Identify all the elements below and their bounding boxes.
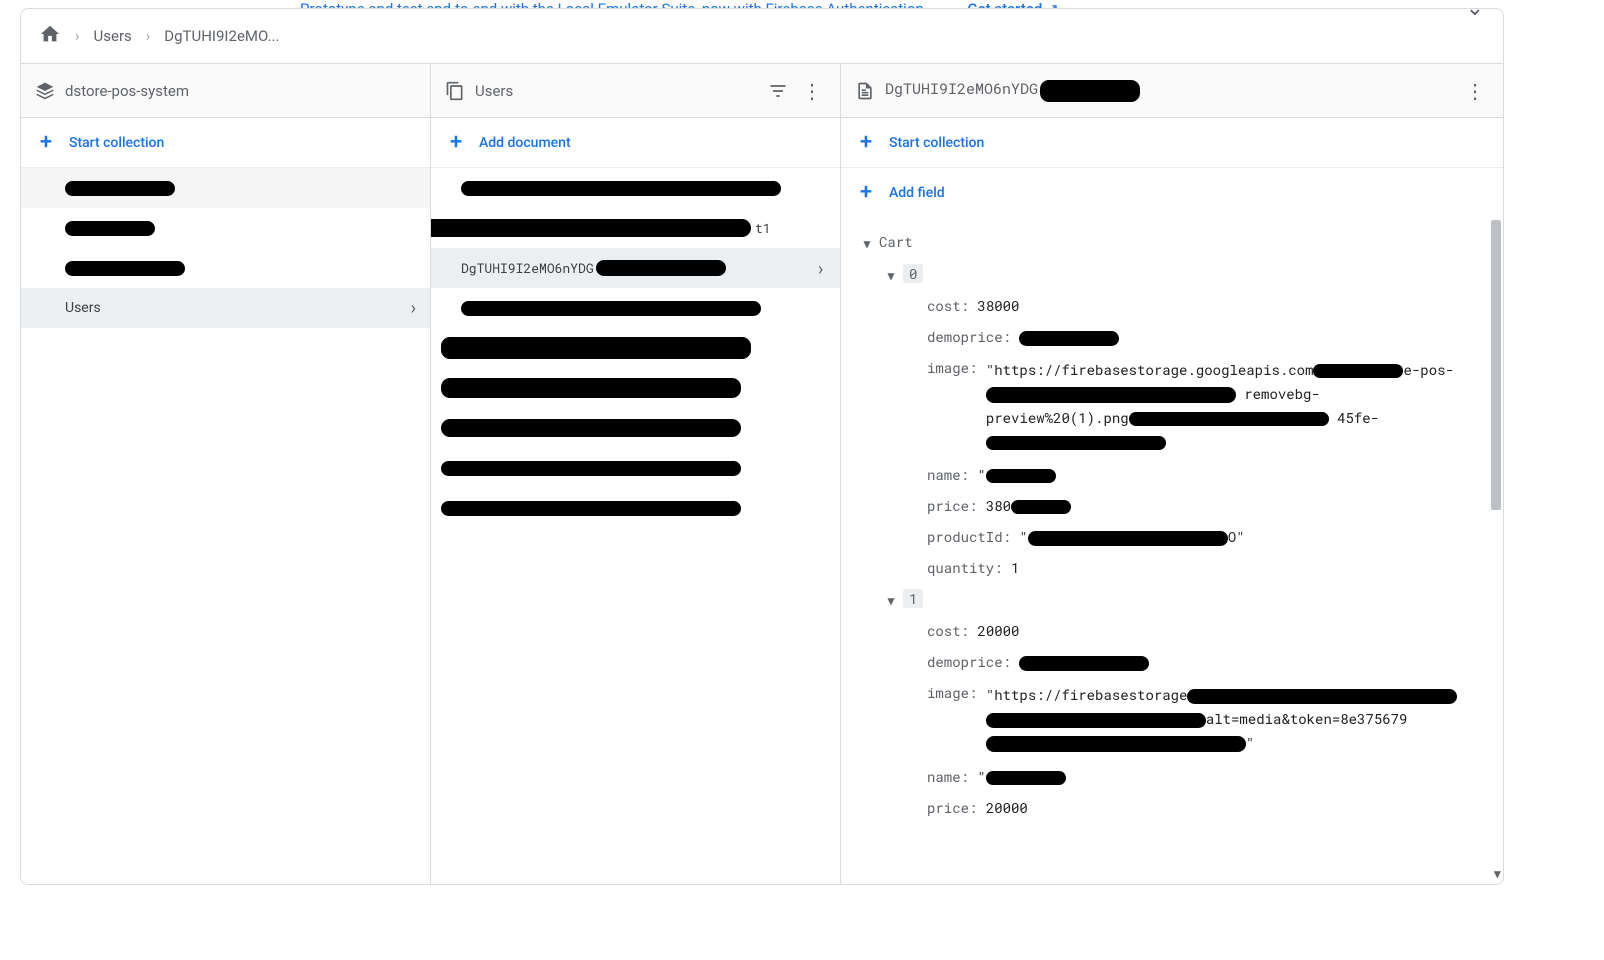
emulator-banner: Prototype and test end-to-end with the L… <box>20 0 1504 8</box>
fields-list: ▼ ▼ Cart ▼ 0 cost: 38000 <box>841 218 1503 884</box>
breadcrumb-separator: › <box>146 27 151 45</box>
scrollbar-down-arrow[interactable]: ▼ <box>1494 866 1501 882</box>
field-demoprice[interactable]: demoprice: <box>855 321 1503 352</box>
collections-panel-header: dstore-pos-system <box>21 64 430 118</box>
start-subcollection-button[interactable]: + Start collection <box>841 118 1503 168</box>
caret-down-icon[interactable]: ▼ <box>879 589 903 609</box>
document-detail-title: DgTUHI9I2eMO6nYDG <box>885 79 1451 101</box>
breadcrumb-users[interactable]: Users <box>94 27 132 45</box>
field-cost[interactable]: cost: 38000 <box>855 290 1503 321</box>
panels: dstore-pos-system + Start collection Use… <box>21 64 1503 884</box>
documents-menu-icon[interactable]: ⋮ <box>798 79 826 103</box>
start-collection-label: Start collection <box>69 135 164 151</box>
field-cart[interactable]: ▼ Cart <box>855 226 1503 258</box>
field-image[interactable]: image: "https://firebasestorage.googleap… <box>855 352 1503 459</box>
firestore-card: › Users › DgTUHI9I2eMO... dstore-pos-sys… <box>20 8 1504 885</box>
add-document-label: Add document <box>479 135 571 151</box>
field-demoprice[interactable]: demoprice: <box>855 646 1503 677</box>
collection-row[interactable] <box>21 168 430 208</box>
document-detail-panel: DgTUHI9I2eMO6nYDG ⋮ + Start collection +… <box>841 64 1503 884</box>
document-menu-icon[interactable]: ⋮ <box>1461 79 1489 103</box>
document-row[interactable] <box>431 408 840 448</box>
field-productid[interactable]: productId: "O" <box>855 521 1503 552</box>
database-title: dstore-pos-system <box>65 82 416 100</box>
collection-row[interactable] <box>21 248 430 288</box>
add-field-label: Add field <box>889 185 945 201</box>
collections-panel: dstore-pos-system + Start collection Use… <box>21 64 431 884</box>
breadcrumb: › Users › DgTUHI9I2eMO... <box>21 9 1503 64</box>
caret-down-icon[interactable]: ▼ <box>855 232 879 252</box>
plus-icon: + <box>35 132 57 154</box>
document-detail-header: DgTUHI9I2eMO6nYDG ⋮ <box>841 64 1503 118</box>
banner-chevron-down-icon[interactable]: ⌄ <box>1466 0 1484 8</box>
breadcrumb-doc[interactable]: DgTUHI9I2eMO... <box>164 27 279 45</box>
collection-row-users[interactable]: Users › <box>21 288 430 328</box>
chevron-right-icon: › <box>815 256 826 280</box>
field-price[interactable]: price: 20000 <box>855 792 1503 823</box>
plus-icon: + <box>855 182 877 204</box>
add-field-button[interactable]: + Add field <box>841 168 1503 218</box>
array-index: 0 <box>903 264 923 283</box>
field-cost[interactable]: cost: 20000 <box>855 615 1503 646</box>
document-row[interactable] <box>431 488 840 528</box>
banner-text: Prototype and test end-to-end with the L… <box>300 0 924 8</box>
documents-panel-header: Users ⋮ <box>431 64 840 118</box>
caret-down-icon[interactable]: ▼ <box>879 264 903 284</box>
document-row-selected[interactable]: DgTUHI9I2eMO6nYDG › <box>431 248 840 288</box>
documents-list: t1 DgTUHI9I2eMO6nYDG › <box>431 168 840 884</box>
documents-panel: Users ⋮ + Add document t1 DgTUHI9I2eMO6n… <box>431 64 841 884</box>
document-row[interactable]: t1 <box>431 208 840 248</box>
database-icon <box>35 81 55 101</box>
field-array-index-1[interactable]: ▼ 1 <box>855 583 1503 615</box>
documents-icon <box>445 81 465 101</box>
field-array-index-0[interactable]: ▼ 0 <box>855 258 1503 290</box>
banner-cta-link[interactable]: Get started ↗ <box>967 0 1058 8</box>
document-row[interactable] <box>431 288 840 328</box>
collection-label: Users <box>65 300 101 316</box>
start-subcollection-label: Start collection <box>889 135 984 151</box>
collection-row[interactable] <box>21 208 430 248</box>
add-document-button[interactable]: + Add document <box>431 118 840 168</box>
field-name[interactable]: name: " <box>855 459 1503 490</box>
document-id: DgTUHI9I2eMO6nYDG <box>461 259 594 277</box>
documents-title: Users <box>475 82 758 100</box>
plus-icon: + <box>445 132 467 154</box>
scrollbar-thumb[interactable] <box>1491 220 1501 510</box>
home-icon[interactable] <box>39 23 61 49</box>
scrollbar[interactable]: ▼ <box>1489 218 1503 884</box>
chevron-right-icon: › <box>411 298 416 319</box>
field-name[interactable]: name: " <box>855 761 1503 792</box>
collections-list: Users › <box>21 168 430 884</box>
document-row[interactable] <box>431 448 840 488</box>
field-price[interactable]: price: 380 <box>855 490 1503 521</box>
document-row[interactable] <box>431 368 840 408</box>
document-row[interactable] <box>431 168 840 208</box>
document-row[interactable] <box>431 328 840 368</box>
array-index: 1 <box>903 589 923 608</box>
document-icon <box>855 81 875 101</box>
field-quantity[interactable]: quantity: 1 <box>855 552 1503 583</box>
filter-icon[interactable] <box>768 81 788 101</box>
breadcrumb-separator: › <box>75 27 80 45</box>
field-image[interactable]: image: "https://firebasestorage alt=medi… <box>855 677 1503 760</box>
start-collection-button[interactable]: + Start collection <box>21 118 430 168</box>
plus-icon: + <box>855 132 877 154</box>
